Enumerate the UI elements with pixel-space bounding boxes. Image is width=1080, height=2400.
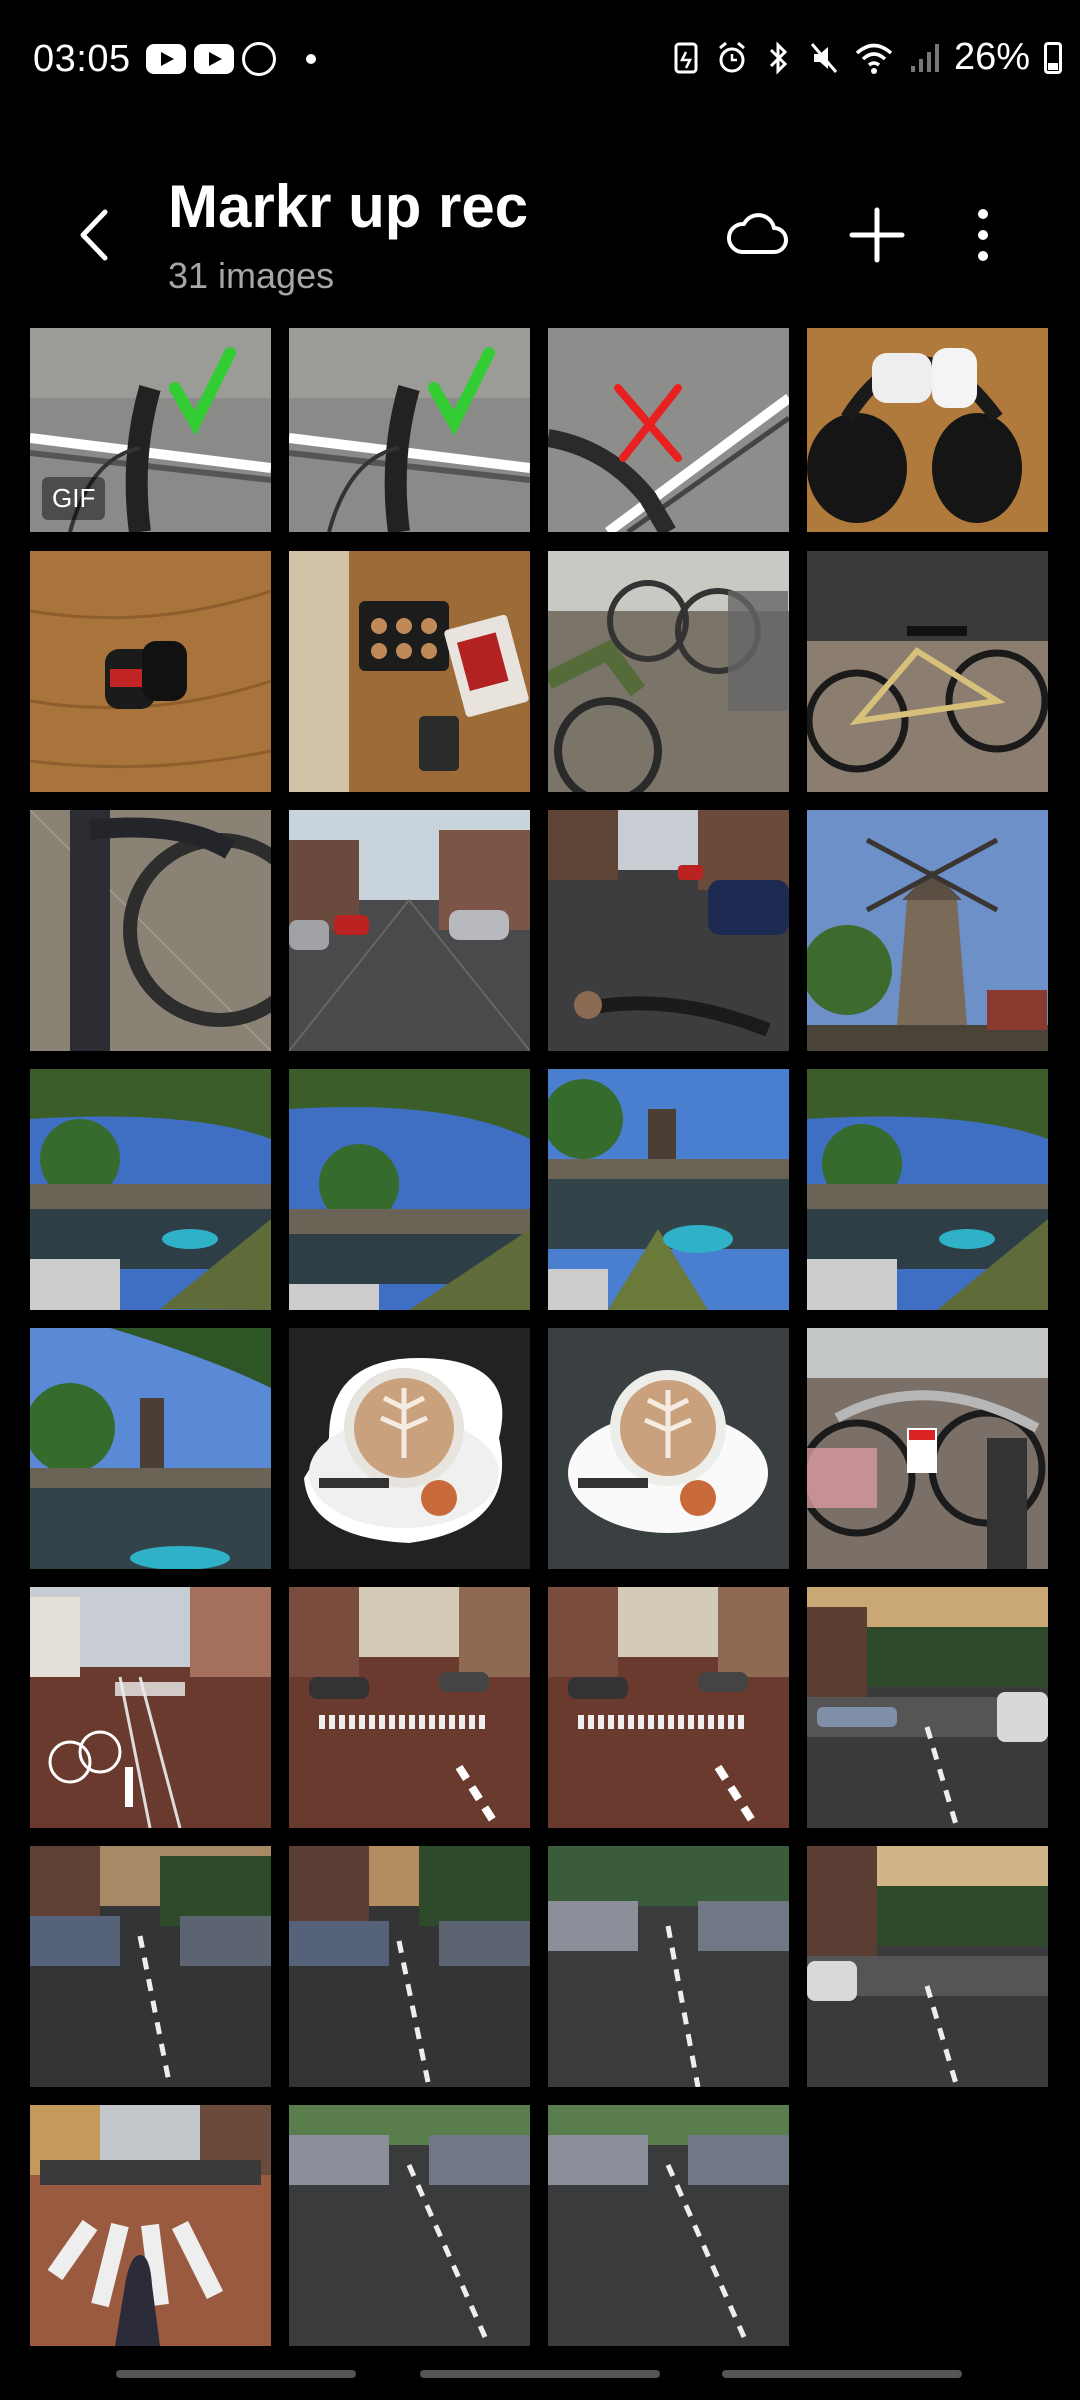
whatsapp-icon	[242, 42, 276, 76]
add-icon[interactable]	[842, 200, 912, 270]
photo-thumbnail[interactable]	[548, 1328, 789, 1569]
status-left-icons	[146, 42, 316, 76]
photo-thumbnail[interactable]	[807, 1587, 1048, 1828]
photo-thumbnail[interactable]	[30, 2105, 271, 2346]
notification-dot-icon	[306, 54, 316, 64]
photo-thumbnail[interactable]	[30, 1328, 271, 1569]
photo-thumbnail[interactable]	[289, 2105, 530, 2346]
image-count: 31 images	[168, 255, 335, 296]
nav-home[interactable]	[420, 2370, 660, 2378]
photo-thumbnail[interactable]	[548, 810, 789, 1051]
photo-thumbnail[interactable]	[548, 1587, 789, 1828]
status-bar: 03:05 26%	[0, 0, 1080, 120]
gif-badge: GIF	[42, 477, 106, 520]
battery-icon	[1044, 41, 1062, 74]
youtube-icon	[194, 44, 234, 74]
photo-thumbnail[interactable]	[548, 1846, 789, 2087]
status-time: 03:05	[33, 38, 131, 80]
more-options-icon[interactable]	[948, 200, 1018, 270]
photo-thumbnail[interactable]	[289, 1587, 530, 1828]
photo-thumbnail[interactable]	[807, 1328, 1048, 1569]
photo-thumbnail[interactable]	[30, 1069, 271, 1310]
photo-thumbnail[interactable]	[807, 1069, 1048, 1310]
photo-thumbnail[interactable]	[289, 1328, 530, 1569]
battery-percent: 26%	[953, 36, 1030, 78]
youtube-icon	[146, 44, 186, 74]
photo-thumbnail[interactable]	[289, 328, 530, 532]
photo-thumbnail[interactable]	[289, 1069, 530, 1310]
photo-thumbnail[interactable]	[548, 1069, 789, 1310]
photo-thumbnail[interactable]	[289, 1846, 530, 2087]
photo-thumbnail[interactable]	[807, 551, 1048, 792]
photo-thumbnail[interactable]	[30, 1846, 271, 2087]
cloud-icon[interactable]	[722, 200, 792, 270]
photo-thumbnail[interactable]	[30, 1587, 271, 1828]
photo-thumbnail[interactable]: GIF	[30, 328, 271, 532]
photo-thumbnail[interactable]	[548, 551, 789, 792]
album-title: Markr up rec	[168, 173, 529, 240]
photo-thumbnail[interactable]	[548, 328, 789, 532]
nav-back[interactable]	[722, 2370, 962, 2378]
alarm-icon	[718, 41, 745, 72]
status-right-icons: 26%	[670, 36, 1062, 79]
photo-thumbnail[interactable]	[807, 810, 1048, 1051]
signal-icon	[910, 43, 939, 72]
back-button[interactable]	[70, 200, 120, 270]
photo-thumbnail[interactable]	[30, 810, 271, 1051]
photo-thumbnail[interactable]	[807, 1846, 1048, 2087]
photo-thumbnail[interactable]	[289, 551, 530, 792]
battery-saver-icon	[674, 42, 698, 73]
photo-thumbnail[interactable]	[548, 2105, 789, 2346]
wifi-icon	[855, 43, 893, 74]
photo-thumbnail[interactable]	[807, 328, 1048, 532]
nav-recents[interactable]	[116, 2370, 356, 2378]
mute-icon	[810, 42, 838, 73]
bluetooth-icon	[769, 40, 788, 75]
photo-thumbnail[interactable]	[289, 810, 530, 1051]
photo-thumbnail[interactable]	[30, 551, 271, 792]
